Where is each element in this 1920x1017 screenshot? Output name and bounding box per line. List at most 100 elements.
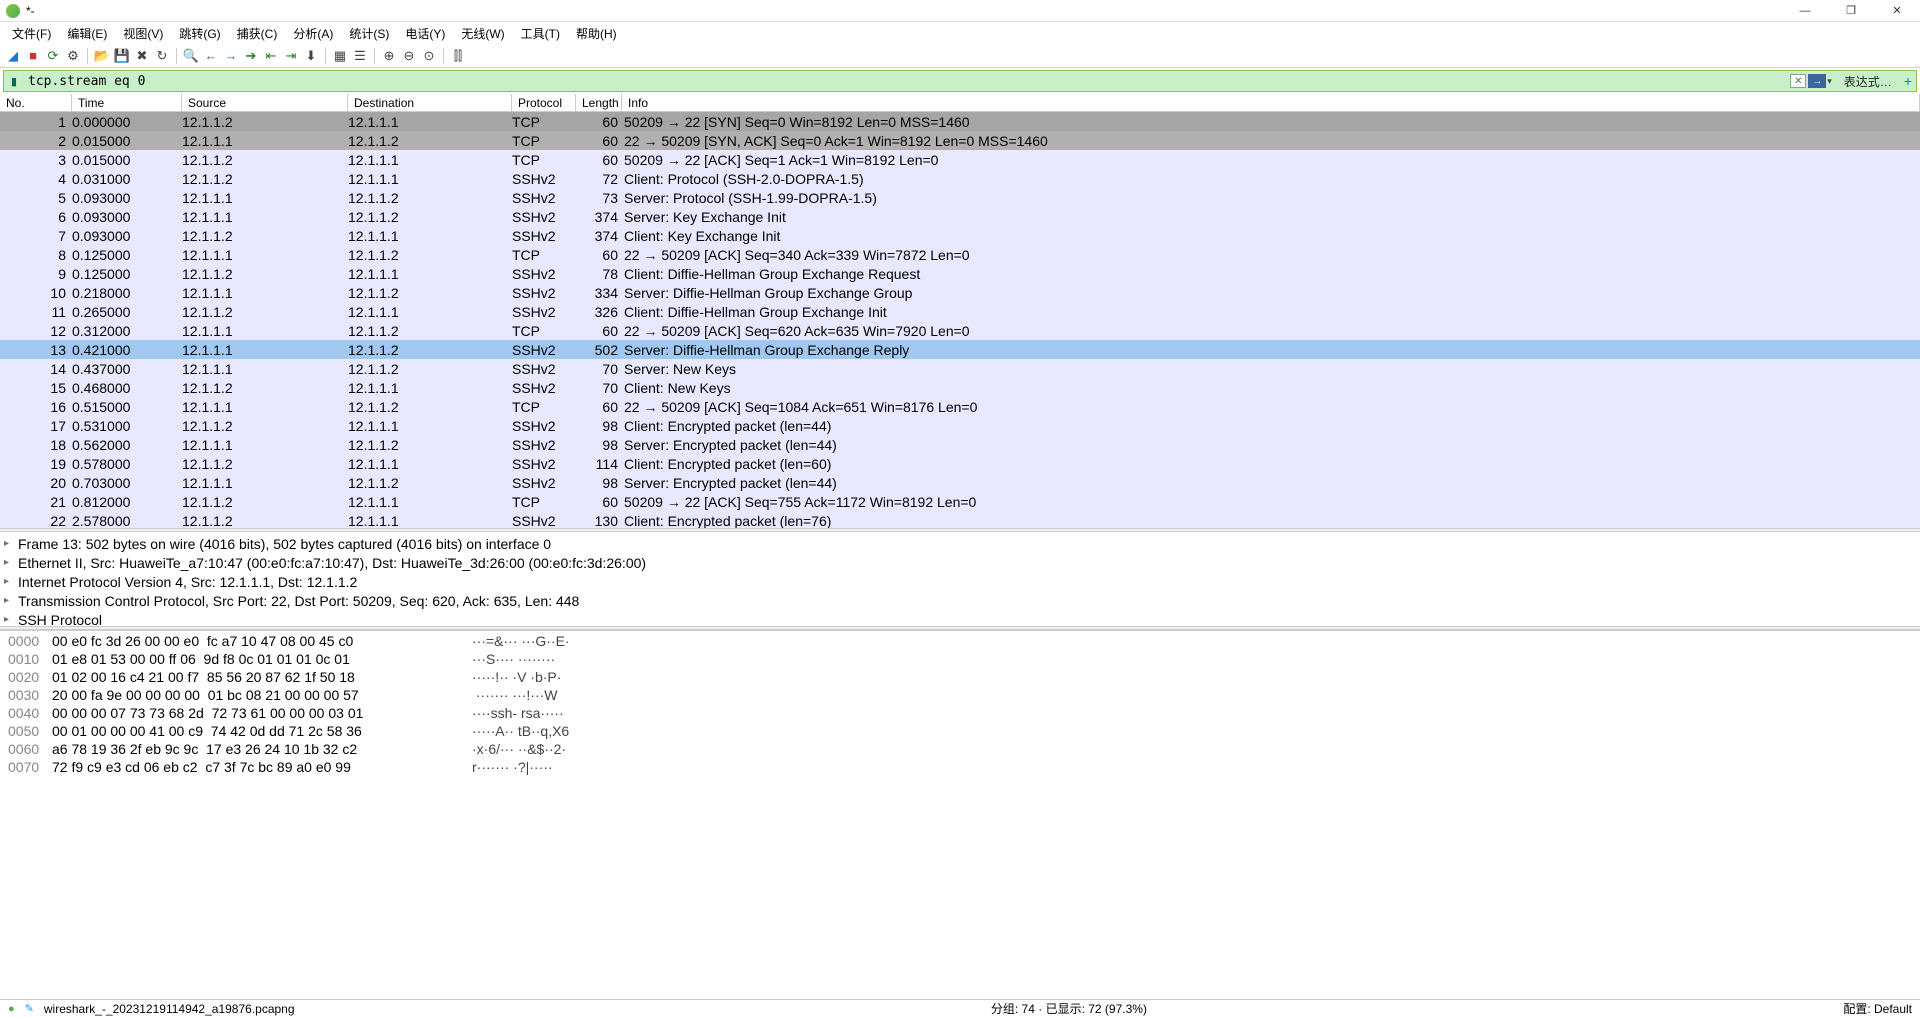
table-row[interactable]: 180.56200012.1.1.112.1.1.2SSHv298Server:… — [0, 435, 1920, 454]
packet-hex-pane[interactable]: 000000 e0 fc 3d 26 00 00 e0 fc a7 10 47 … — [0, 630, 1920, 999]
hex-row[interactable]: 007072 f9 c9 e3 cd 06 eb c2 c7 3f 7c bc … — [8, 759, 1912, 777]
window-maximize-button[interactable]: ❐ — [1842, 2, 1860, 20]
menu-edit[interactable]: 编辑(E) — [61, 23, 113, 44]
table-row[interactable]: 40.03100012.1.1.212.1.1.1SSHv272Client: … — [0, 169, 1920, 188]
detail-tree-item[interactable]: ▸Frame 13: 502 bytes on wire (4016 bits)… — [0, 534, 1920, 553]
menu-wireless[interactable]: 无线(W) — [455, 23, 510, 44]
table-row[interactable]: 210.81200012.1.1.212.1.1.1TCP6050209 → 2… — [0, 492, 1920, 511]
hex-row[interactable]: 003020 00 fa 9e 00 00 00 00 01 bc 08 21 … — [8, 687, 1912, 705]
toolbar-separator — [176, 48, 177, 64]
column-time[interactable]: Time — [72, 94, 182, 111]
table-row[interactable]: 50.09300012.1.1.112.1.1.2SSHv273Server: … — [0, 188, 1920, 207]
auto-scroll-icon[interactable]: ⬇ — [302, 47, 320, 65]
menu-view[interactable]: 视图(V) — [117, 23, 169, 44]
hex-row[interactable]: 0060a6 78 19 36 2f eb 9c 9c 17 e3 26 24 … — [8, 741, 1912, 759]
menu-analyze[interactable]: 分析(A) — [287, 23, 339, 44]
column-length[interactable]: Length — [576, 94, 622, 111]
chevron-right-icon[interactable]: ▸ — [4, 595, 18, 606]
filter-clear-button[interactable]: ✕ — [1790, 74, 1806, 88]
table-row[interactable]: 10.00000012.1.1.212.1.1.1TCP6050209 → 22… — [0, 112, 1920, 131]
table-row[interactable]: 70.09300012.1.1.212.1.1.1SSHv2374Client:… — [0, 226, 1920, 245]
table-row[interactable]: 160.51500012.1.1.112.1.1.2TCP6022 → 5020… — [0, 397, 1920, 416]
table-row[interactable]: 170.53100012.1.1.212.1.1.1SSHv298Client:… — [0, 416, 1920, 435]
add-filter-button[interactable]: + — [1900, 73, 1916, 89]
zoom-in-icon[interactable]: ⊕ — [380, 47, 398, 65]
window-close-button[interactable]: ✕ — [1888, 2, 1906, 20]
window-minimize-button[interactable]: — — [1796, 2, 1814, 20]
table-row[interactable]: 130.42100012.1.1.112.1.1.2SSHv2502Server… — [0, 340, 1920, 359]
table-row[interactable]: 90.12500012.1.1.212.1.1.1SSHv278Client: … — [0, 264, 1920, 283]
table-row[interactable]: 190.57800012.1.1.212.1.1.1SSHv2114Client… — [0, 454, 1920, 473]
menu-telephony[interactable]: 电话(Y) — [399, 23, 451, 44]
display-filter-bar: ▮ ✕ → ▾ 表达式… + — [3, 70, 1917, 92]
detail-tree-item[interactable]: ▸Transmission Control Protocol, Src Port… — [0, 591, 1920, 610]
menu-tools[interactable]: 工具(T) — [515, 23, 566, 44]
column-info[interactable]: Info — [622, 94, 1920, 111]
go-forward-icon[interactable]: → — [222, 47, 240, 65]
table-row[interactable]: 120.31200012.1.1.112.1.1.2TCP6022 → 5020… — [0, 321, 1920, 340]
table-row[interactable]: 222.57800012.1.1.212.1.1.1SSHv2130Client… — [0, 511, 1920, 528]
table-row[interactable]: 200.70300012.1.1.112.1.1.2SSHv298Server:… — [0, 473, 1920, 492]
column-source[interactable]: Source — [182, 94, 348, 111]
table-row[interactable]: 150.46800012.1.1.212.1.1.1SSHv270Client:… — [0, 378, 1920, 397]
filter-bookmark-icon[interactable]: ▮ — [6, 73, 22, 89]
table-row[interactable]: 110.26500012.1.1.212.1.1.1SSHv2326Client… — [0, 302, 1920, 321]
expert-info-icon[interactable]: ● — [8, 1003, 15, 1015]
save-file-icon[interactable]: 💾 — [113, 47, 131, 65]
hex-row[interactable]: 001001 e8 01 53 00 00 ff 06 9d f8 0c 01 … — [8, 651, 1912, 669]
hex-row[interactable]: 002001 02 00 16 c4 21 00 f7 85 56 20 87 … — [8, 669, 1912, 687]
go-to-packet-icon[interactable]: ➔ — [242, 47, 260, 65]
open-file-icon[interactable]: 📂 — [93, 47, 111, 65]
display-filter-input[interactable] — [24, 74, 1790, 89]
auto-scroll-live-icon[interactable]: ☰ — [351, 47, 369, 65]
capture-options-icon[interactable]: ⚙ — [64, 47, 82, 65]
detail-tree-item[interactable]: ▸SSH Protocol — [0, 610, 1920, 626]
table-row[interactable]: 80.12500012.1.1.112.1.1.2TCP6022 → 50209… — [0, 245, 1920, 264]
table-row[interactable]: 30.01500012.1.1.212.1.1.1TCP6050209 → 22… — [0, 150, 1920, 169]
table-row[interactable]: 100.21800012.1.1.112.1.1.2SSHv2334Server… — [0, 283, 1920, 302]
table-row[interactable]: 140.43700012.1.1.112.1.1.2SSHv270Server:… — [0, 359, 1920, 378]
statusbar-filename: wireshark_-_20231219114942_a19876.pcapng — [44, 1002, 295, 1016]
find-icon[interactable]: 🔍 — [182, 47, 200, 65]
hex-row[interactable]: 005000 01 00 00 00 41 00 c9 74 42 0d dd … — [8, 723, 1912, 741]
hex-row[interactable]: 000000 e0 fc 3d 26 00 00 e0 fc a7 10 47 … — [8, 633, 1912, 651]
menu-statistics[interactable]: 统计(S) — [343, 23, 395, 44]
close-file-icon[interactable]: ✖ — [133, 47, 151, 65]
menu-help[interactable]: 帮助(H) — [570, 23, 623, 44]
go-first-icon[interactable]: ⇤ — [262, 47, 280, 65]
column-protocol[interactable]: Protocol — [512, 94, 576, 111]
table-row[interactable]: 20.01500012.1.1.112.1.1.2TCP6022 → 50209… — [0, 131, 1920, 150]
start-capture-icon[interactable]: ◢ — [4, 47, 22, 65]
expression-button[interactable]: 表达式… — [1836, 73, 1900, 90]
table-row[interactable]: 60.09300012.1.1.112.1.1.2SSHv2374Server:… — [0, 207, 1920, 226]
filter-apply-button[interactable]: → — [1808, 74, 1826, 88]
statusbar-profile[interactable]: 配置: Default — [1843, 1000, 1912, 1017]
stop-capture-icon[interactable]: ■ — [24, 47, 42, 65]
colorize-icon[interactable]: ▦ — [331, 47, 349, 65]
detail-tree-item[interactable]: ▸Ethernet II, Src: HuaweiTe_a7:10:47 (00… — [0, 553, 1920, 572]
restart-capture-icon[interactable]: ⟳ — [44, 47, 62, 65]
packet-list[interactable]: 10.00000012.1.1.212.1.1.1TCP6050209 → 22… — [0, 112, 1920, 528]
chevron-right-icon[interactable]: ▸ — [4, 614, 18, 625]
hex-row[interactable]: 004000 00 00 07 73 73 68 2d 72 73 61 00 … — [8, 705, 1912, 723]
menu-capture[interactable]: 捕获(C) — [231, 23, 284, 44]
window-title: *- — [26, 4, 1796, 18]
toolbar-separator — [374, 48, 375, 64]
zoom-reset-icon[interactable]: ⊙ — [420, 47, 438, 65]
menu-go[interactable]: 跳转(G) — [173, 23, 226, 44]
column-destination[interactable]: Destination — [348, 94, 512, 111]
go-last-icon[interactable]: ⇥ — [282, 47, 300, 65]
detail-tree-item[interactable]: ▸Internet Protocol Version 4, Src: 12.1.… — [0, 572, 1920, 591]
go-back-icon[interactable]: ← — [202, 47, 220, 65]
reload-icon[interactable]: ↻ — [153, 47, 171, 65]
filter-dropdown-icon[interactable]: ▾ — [1827, 76, 1832, 87]
zoom-out-icon[interactable]: ⊖ — [400, 47, 418, 65]
capture-file-properties-icon[interactable]: ✎ — [25, 1002, 34, 1015]
packet-detail-pane[interactable]: ▸Frame 13: 502 bytes on wire (4016 bits)… — [0, 532, 1920, 626]
chevron-right-icon[interactable]: ▸ — [4, 576, 18, 587]
column-no[interactable]: No. — [0, 94, 72, 111]
chevron-right-icon[interactable]: ▸ — [4, 538, 18, 549]
chevron-right-icon[interactable]: ▸ — [4, 557, 18, 568]
menu-file[interactable]: 文件(F) — [6, 23, 57, 44]
resize-columns-icon[interactable]: ⫿⫿ — [449, 47, 467, 65]
